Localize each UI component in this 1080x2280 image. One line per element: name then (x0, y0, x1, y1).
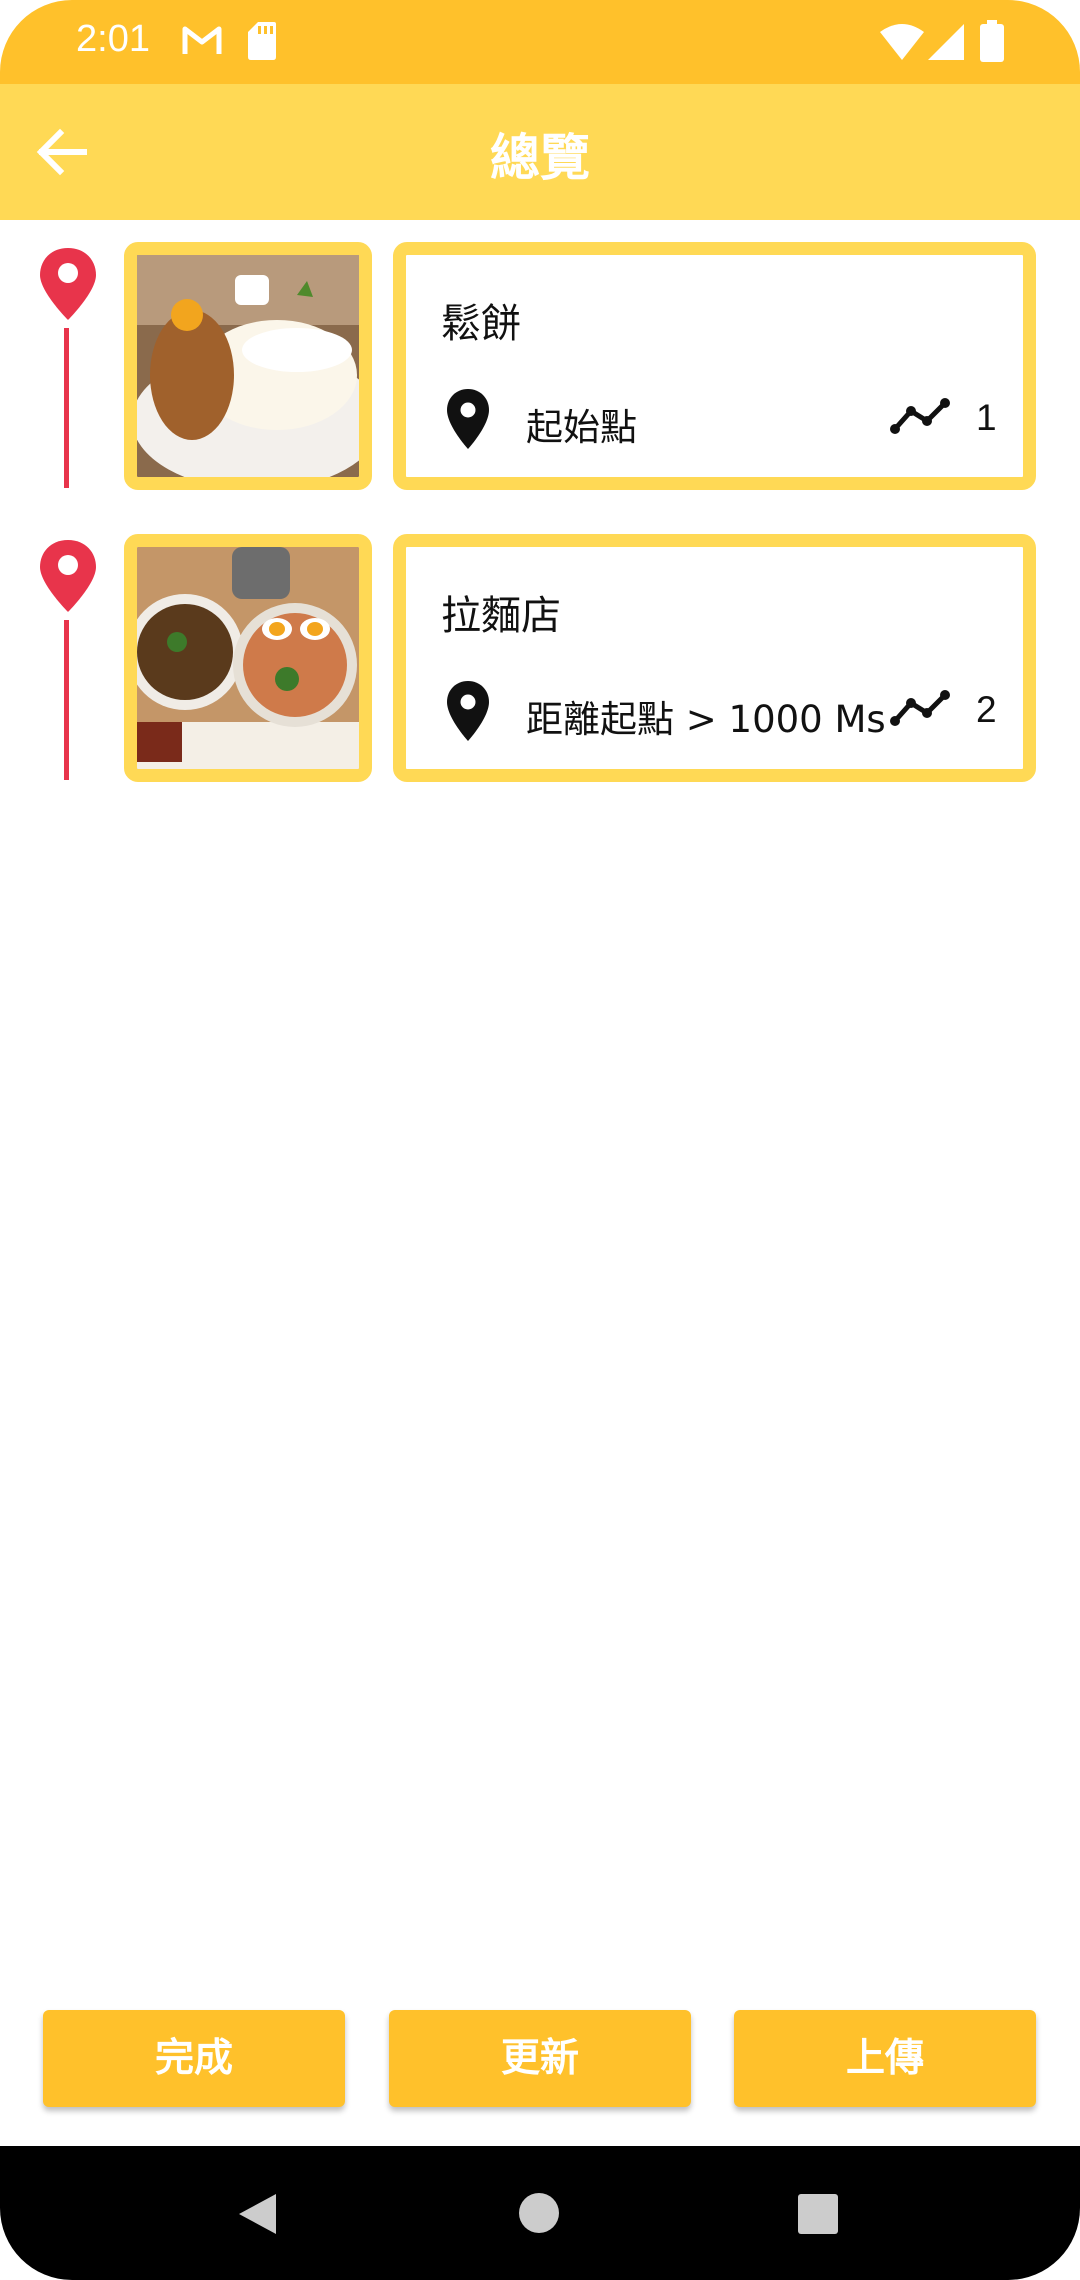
timeline-line (64, 620, 69, 780)
stop-distance: 距離起點 > 1000 Ms (526, 698, 886, 741)
stop-card[interactable]: 鬆餅 起始點 1 (393, 242, 1036, 490)
stop-order: 1 (976, 397, 997, 438)
nav-home-icon[interactable] (518, 2192, 560, 2234)
stop-card[interactable]: 拉麵店 距離起點 > 1000 Ms 2 (393, 534, 1036, 782)
gmail-icon (182, 26, 222, 54)
system-nav-bar (0, 2146, 1080, 2280)
app-bar: 總覽 (0, 84, 1080, 220)
nav-back-icon[interactable] (236, 2192, 278, 2236)
list-item[interactable]: 鬆餅 起始點 1 (0, 242, 1080, 492)
location-pin-icon (447, 681, 489, 741)
timeline-icon (890, 690, 950, 726)
page-title: 總覽 (490, 129, 590, 187)
list-item[interactable]: 拉麵店 距離起點 > 1000 Ms 2 (0, 534, 1080, 784)
location-pin-icon (447, 389, 489, 449)
signal-icon (928, 24, 964, 60)
battery-icon (980, 20, 1004, 62)
wifi-icon (880, 24, 924, 60)
map-pin-icon (40, 540, 96, 612)
stop-photo[interactable] (124, 242, 372, 490)
stop-photo[interactable] (124, 534, 372, 782)
map-pin-icon (40, 248, 96, 320)
timeline-icon (890, 398, 950, 434)
nav-recents-icon[interactable] (797, 2193, 839, 2235)
stop-name: 拉麵店 (441, 593, 561, 639)
status-bar: 2:01 (0, 0, 1080, 84)
stop-order: 2 (976, 689, 997, 730)
update-button[interactable]: 更新 (389, 2010, 691, 2107)
done-button[interactable]: 完成 (43, 2010, 345, 2107)
stop-name: 鬆餅 (441, 301, 521, 347)
upload-button[interactable]: 上傳 (734, 2010, 1036, 2107)
status-time: 2:01 (76, 18, 150, 60)
timeline-line (64, 328, 69, 488)
stop-distance: 起始點 (526, 406, 637, 449)
sd-card-icon (248, 22, 276, 60)
